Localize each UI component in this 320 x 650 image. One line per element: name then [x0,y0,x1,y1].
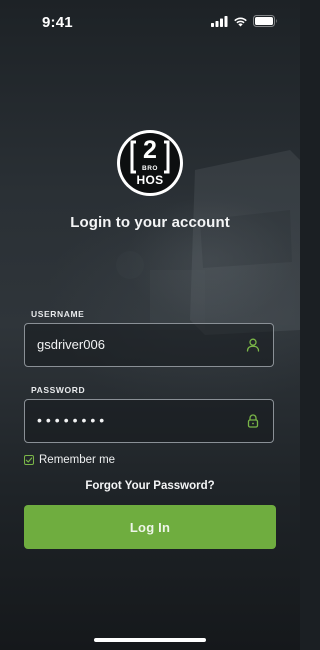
remember-label: Remember me [39,454,116,466]
battery-icon [253,15,277,27]
login-button[interactable]: Log In [24,505,276,549]
remember-checkbox[interactable] [24,455,34,465]
lock-icon [247,414,259,428]
app-logo: 2 BRO HOS [116,129,184,197]
logo-hos: HOS [136,173,164,187]
password-value: •••••••• [37,412,109,428]
login-button-label: Log In [129,519,171,535]
signal-icon [211,15,228,27]
password-label: PASSWORD [31,385,86,395]
username-field[interactable]: gsdriver006 [24,323,274,367]
checkmark-icon [25,457,33,463]
user-icon [246,338,260,352]
remember-me[interactable]: Remember me [24,454,115,466]
username-label: USERNAME [31,309,85,319]
page-title: Login to your account [70,214,230,231]
status-icons [211,15,278,27]
home-indicator [94,638,206,642]
login-screen: 9:41 2 BRO HOS Login to your account USE… [0,0,300,650]
wifi-icon [234,17,247,26]
logo-number: 2 [143,136,157,164]
forgot-password-link[interactable]: Forgot Your Password? [0,480,300,492]
status-time: 9:41 [42,14,73,31]
status-bar: 9:41 [0,0,300,44]
username-value: gsdriver006 [37,337,105,352]
password-field[interactable]: •••••••• [24,399,274,443]
logo-bro: BRO [142,165,158,172]
